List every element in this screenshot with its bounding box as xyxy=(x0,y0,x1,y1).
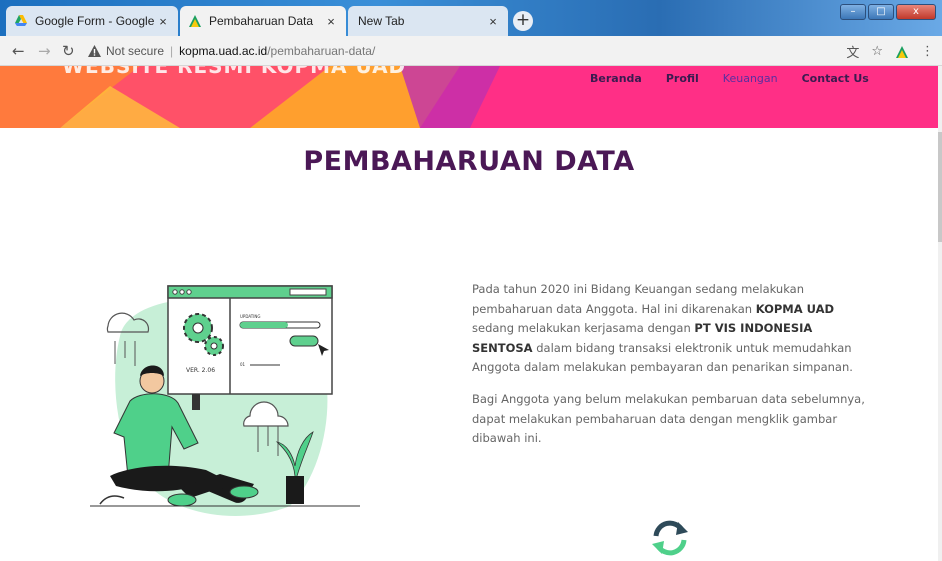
scrollbar-thumb[interactable] xyxy=(938,132,942,242)
intro-paragraph: Pada tahun 2020 ini Bidang Keuangan seda… xyxy=(472,280,872,378)
kopma-logo-icon xyxy=(189,15,201,27)
instruction-paragraph: Bagi Anggota yang belum melakukan pembar… xyxy=(472,392,865,445)
forward-icon[interactable]: → xyxy=(38,42,51,60)
nav-contact-us[interactable]: Contact Us xyxy=(802,72,869,85)
minimize-icon[interactable]: – xyxy=(840,4,866,20)
para-text: sedang melakukan kerjasama dengan xyxy=(472,321,695,335)
sync-update-icon[interactable] xyxy=(648,516,692,560)
nav-keuangan[interactable]: Keuangan xyxy=(723,72,778,85)
browser-tab-strip: Google Form - Google Drive × Pembaharuan… xyxy=(0,0,942,36)
para-text: Pada tahun 2020 ini Bidang Keuangan seda… xyxy=(472,282,805,316)
warning-icon xyxy=(88,45,101,57)
web-page: WEBSITE RESMI KOPMA UAD Beranda Profil K… xyxy=(0,66,942,561)
close-tab-icon[interactable]: × xyxy=(156,14,170,29)
tab-pembaharuan-data[interactable]: Pembaharuan Data × xyxy=(180,6,346,36)
main-nav: Beranda Profil Keuangan Contact Us xyxy=(590,72,893,85)
tab-title: Google Form - Google Drive xyxy=(35,14,156,28)
reload-icon[interactable]: ↻ xyxy=(62,42,75,60)
site-header: WEBSITE RESMI KOPMA UAD Beranda Profil K… xyxy=(0,66,938,128)
tab-title: New Tab xyxy=(358,14,405,28)
small-label: 01 xyxy=(240,362,246,367)
close-tab-icon[interactable]: × xyxy=(486,14,500,29)
menu-icon[interactable]: ⋮ xyxy=(921,44,934,59)
address-bar[interactable]: Not secure | kopma.uad.ac.id/pembaharuan… xyxy=(88,41,848,61)
url-host: kopma.uad.ac.id xyxy=(179,44,268,58)
google-drive-icon xyxy=(15,15,27,26)
back-icon[interactable]: ← xyxy=(12,42,25,60)
nav-profil[interactable]: Profil xyxy=(666,72,699,85)
data-update-illustration: VER. 2.06 UPDATING 01 xyxy=(90,266,360,536)
new-tab-button[interactable]: + xyxy=(513,11,533,31)
security-label: Not secure xyxy=(106,44,165,58)
tab-new-tab[interactable]: New Tab × xyxy=(348,6,508,36)
url-path: /pembaharuan-data/ xyxy=(267,44,376,58)
app-window: VER. 2.06 UPDATING 01 xyxy=(167,285,333,395)
site-title: WEBSITE RESMI KOPMA UAD xyxy=(62,66,407,78)
close-tab-icon[interactable]: × xyxy=(324,14,338,29)
address-divider: | xyxy=(170,44,174,58)
tab-google-form[interactable]: Google Form - Google Drive × xyxy=(6,6,178,36)
updating-label: UPDATING xyxy=(240,314,261,319)
nav-beranda[interactable]: Beranda xyxy=(590,72,642,85)
bookmark-star-icon[interactable]: ☆ xyxy=(871,44,883,59)
window-controls: – □ x xyxy=(840,4,936,20)
kopma-uad-bold: KOPMA UAD xyxy=(755,301,835,316)
extension-icon[interactable] xyxy=(895,45,909,59)
page-scrollbar[interactable] xyxy=(938,66,942,561)
page-title: PEMBAHARUAN DATA xyxy=(303,146,635,177)
tab-title: Pembaharuan Data xyxy=(209,14,314,28)
version-label: VER. 2.06 xyxy=(186,367,215,374)
close-window-icon[interactable]: x xyxy=(896,4,936,20)
toolbar-actions: 文 ☆ ⋮ xyxy=(846,42,934,61)
maximize-icon[interactable]: □ xyxy=(868,4,894,20)
translate-icon[interactable]: 文 xyxy=(846,42,859,61)
browser-toolbar: ← → ↻ Not secure | kopma.uad.ac.id/pemba… xyxy=(0,36,942,66)
